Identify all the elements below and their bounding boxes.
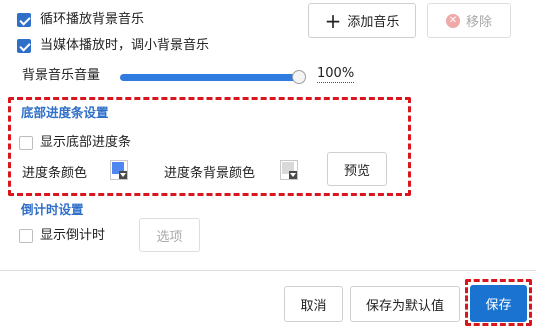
save-default-button[interactable]: 保存为默认值 bbox=[350, 286, 460, 322]
bar-color-label: 进度条颜色 bbox=[22, 166, 88, 181]
show-progress-bar-checkbox[interactable] bbox=[19, 136, 33, 150]
volume-track-fill bbox=[120, 74, 299, 81]
volume-thumb[interactable] bbox=[292, 70, 306, 84]
duck-music-checkbox[interactable] bbox=[17, 39, 31, 53]
show-progress-bar-label: 显示底部进度条 bbox=[40, 135, 132, 150]
add-music-label: 添加音乐 bbox=[347, 15, 400, 30]
countdown-options-button[interactable]: 选项 bbox=[139, 218, 200, 252]
add-music-button[interactable]: + 添加音乐 bbox=[308, 3, 416, 38]
countdown-section-title: 倒计时设置 bbox=[21, 202, 84, 217]
loop-music-label: 循环播放背景音乐 bbox=[40, 12, 145, 27]
loop-music-checkbox[interactable] bbox=[17, 13, 31, 27]
preview-button-label: 预览 bbox=[343, 163, 370, 179]
remove-icon: ✕ bbox=[445, 13, 460, 28]
chevron-down-icon bbox=[289, 171, 297, 179]
chevron-down-icon bbox=[119, 171, 127, 179]
bar-color-picker[interactable] bbox=[110, 160, 128, 180]
save-button-label: 保存 bbox=[485, 298, 512, 313]
volume-label: 背景音乐音量 bbox=[22, 68, 101, 83]
volume-slider[interactable] bbox=[120, 70, 306, 84]
progress-bar-section-title: 底部进度条设置 bbox=[21, 105, 109, 120]
footer-divider bbox=[0, 270, 536, 271]
remove-music-button[interactable]: ✕ 移除 bbox=[427, 3, 511, 38]
remove-music-label: 移除 bbox=[465, 15, 492, 30]
preview-button[interactable]: 预览 bbox=[327, 152, 387, 186]
cancel-button-label: 取消 bbox=[300, 298, 327, 314]
volume-value[interactable]: 100% bbox=[317, 66, 355, 83]
bg-color-label: 进度条背景颜色 bbox=[164, 166, 256, 181]
save-button[interactable]: 保存 bbox=[470, 285, 527, 322]
countdown-options-label: 选项 bbox=[156, 229, 183, 245]
save-default-button-label: 保存为默认值 bbox=[365, 298, 444, 314]
plus-icon: + bbox=[324, 8, 342, 33]
cancel-button[interactable]: 取消 bbox=[284, 286, 343, 322]
duck-music-label: 当媒体播放时，调小背景音乐 bbox=[40, 38, 210, 53]
bg-color-picker[interactable] bbox=[280, 160, 298, 180]
show-countdown-checkbox[interactable] bbox=[19, 229, 33, 243]
show-countdown-label: 显示倒计时 bbox=[40, 228, 106, 243]
